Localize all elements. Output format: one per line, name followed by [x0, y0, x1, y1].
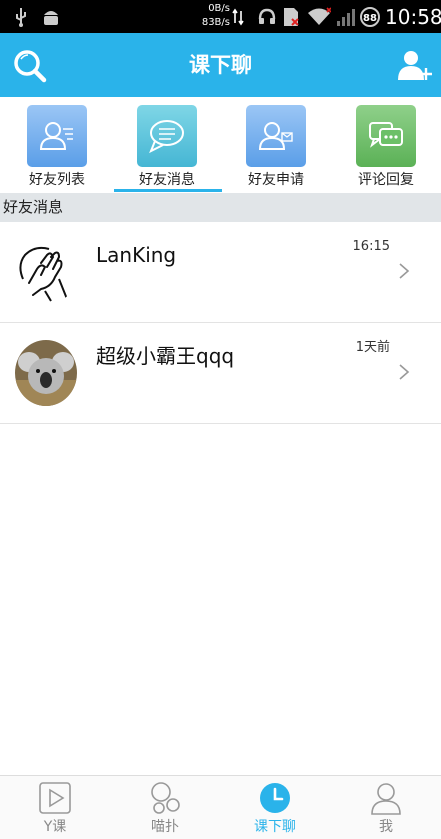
upload-speed: 0B/s: [208, 3, 230, 14]
add-user-icon: [398, 51, 432, 80]
person-icon: [371, 783, 401, 815]
waving-hand-avatar-icon: [15, 239, 77, 305]
avatar: [15, 340, 77, 406]
android-debug-icon: [42, 7, 60, 27]
play-icon: [39, 782, 71, 814]
nav-me-label: 我: [379, 819, 393, 835]
chevron-right-icon: [399, 263, 410, 279]
chevron-right-icon: [399, 364, 410, 380]
battery-level: 88: [363, 13, 377, 24]
tab-friend-requests-label: 好友申请: [248, 172, 304, 188]
tab-friend-messages[interactable]: 好友消息: [112, 97, 222, 193]
category-tabs: 好友列表 好友消息 好友申请 评论回复: [0, 97, 441, 193]
clock-icon: [260, 783, 290, 813]
nav-miaopu[interactable]: 喵扑: [110, 776, 220, 839]
usb-icon: [14, 7, 28, 27]
friend-request-icon: [246, 105, 306, 167]
data-transfer-icon: [232, 7, 244, 27]
chat-bubble-icon: [137, 105, 197, 167]
nav-chat-label: 课下聊: [254, 819, 296, 835]
friend-list-icon: [27, 105, 87, 167]
nav-me[interactable]: 我: [331, 776, 441, 839]
network-speed: 0B/s 83B/s: [194, 2, 230, 30]
koala-avatar-icon: [15, 340, 77, 406]
active-tab-indicator: [114, 189, 222, 192]
contact-name: LanKing: [96, 243, 177, 267]
avatar: [15, 239, 77, 305]
nav-y-course-label: Y课: [43, 819, 67, 835]
message-list: LanKing 16:15 超级小霸王qqq 1天前: [0, 222, 441, 424]
app-screen: 0B/s 83B/s 88 10:58 课下聊 好友列表 好友消息 好友申请 评…: [0, 0, 441, 839]
download-speed: 83B/s: [201, 17, 230, 28]
comments-icon: [356, 105, 416, 167]
add-friend-button[interactable]: [394, 46, 434, 86]
headset-icon: [257, 7, 277, 27]
tab-friend-messages-label: 好友消息: [139, 172, 195, 188]
list-item[interactable]: LanKing 16:15: [0, 222, 441, 323]
tab-friend-list[interactable]: 好友列表: [2, 97, 112, 193]
tab-comment-replies-label: 评论回复: [358, 172, 414, 188]
battery-icon: 88: [360, 7, 380, 27]
tab-friend-list-label: 好友列表: [29, 172, 85, 188]
contact-name: 超级小霸王qqq: [96, 344, 235, 368]
tab-friend-requests[interactable]: 好友申请: [221, 97, 331, 193]
tab-comment-replies[interactable]: 评论回复: [331, 97, 441, 193]
bubbles-icon: [151, 782, 180, 814]
clock: 10:58: [385, 5, 441, 29]
signal-icon: [336, 7, 356, 27]
nav-y-course[interactable]: Y课: [0, 776, 110, 839]
nav-miaopu-label: 喵扑: [151, 819, 179, 835]
message-time: 1天前: [355, 340, 390, 355]
title-bar: 课下聊: [0, 33, 441, 97]
section-header: 好友消息: [0, 193, 441, 222]
sim-icon: [282, 7, 300, 27]
bottom-nav: Y课 喵扑 课下聊 我: [0, 775, 441, 839]
wifi-icon: [307, 7, 332, 27]
page-title: 课下聊: [189, 53, 252, 77]
nav-chat[interactable]: 课下聊: [220, 776, 330, 839]
status-bar: 0B/s 83B/s 88 10:58: [0, 0, 441, 33]
list-item[interactable]: 超级小霸王qqq 1天前: [0, 323, 441, 424]
message-time: 16:15: [352, 239, 390, 254]
